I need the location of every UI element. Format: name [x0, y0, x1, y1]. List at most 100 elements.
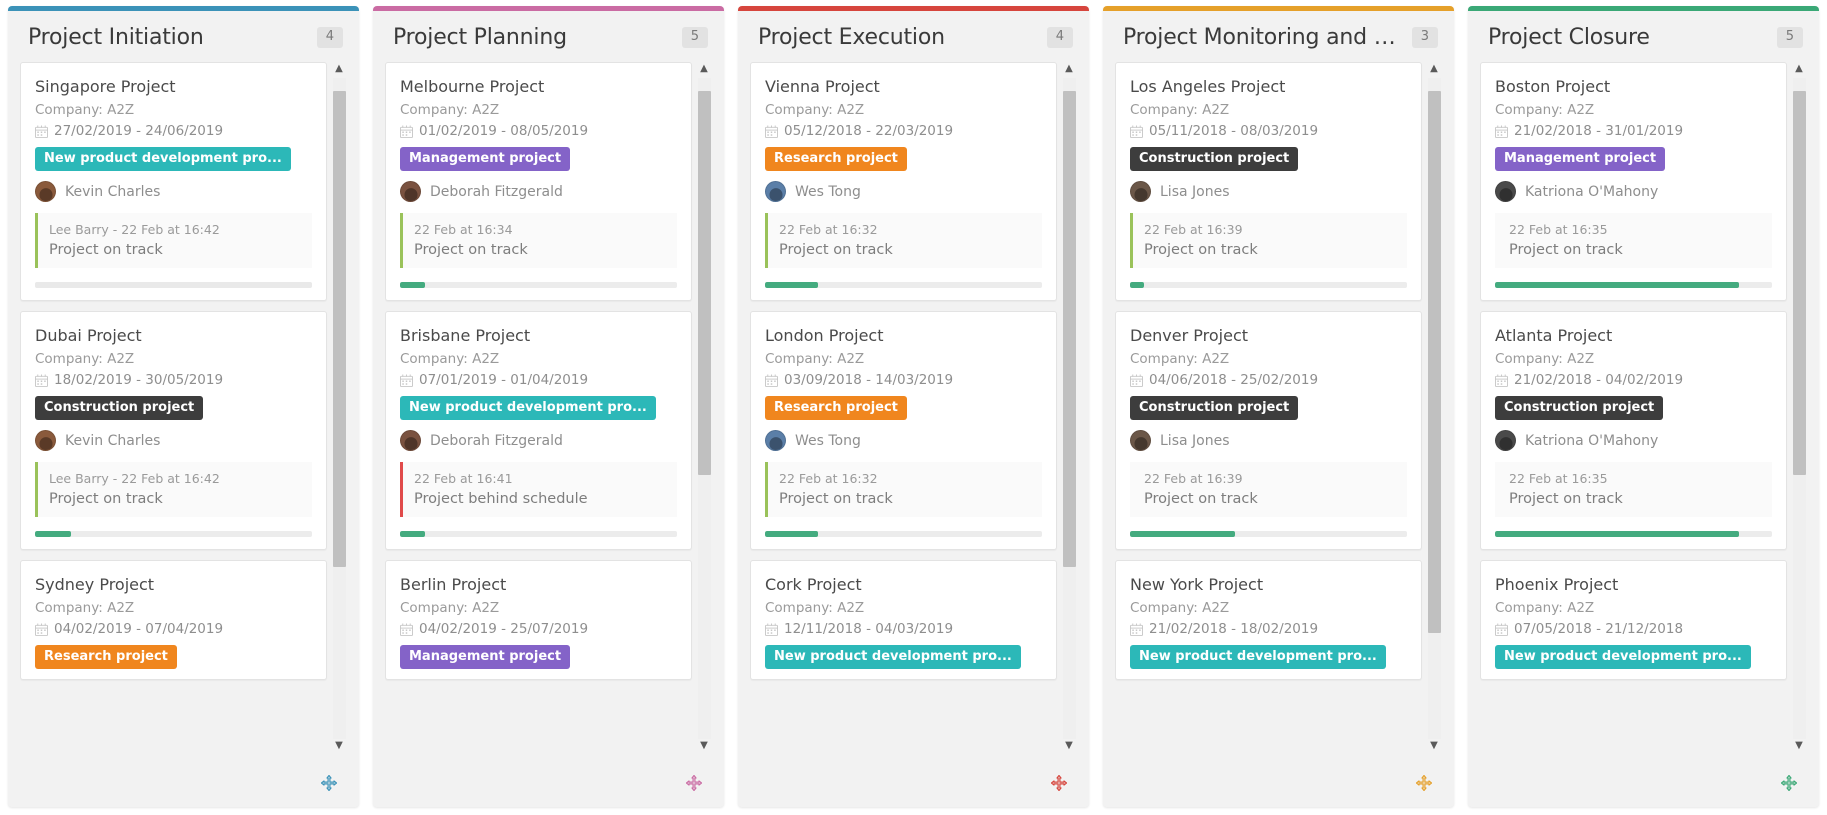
scrollbar-thumb[interactable]: [1063, 91, 1076, 567]
card-list: Los Angeles ProjectCompany: A2Z05/11/201…: [1115, 62, 1448, 759]
project-card[interactable]: Brisbane ProjectCompany: A2Z07/01/2019 -…: [385, 311, 692, 550]
scroll-down-icon[interactable]: ▼: [1795, 741, 1803, 753]
assignee-name: Deborah Fitzgerald: [430, 184, 563, 200]
card-tag[interactable]: Research project: [35, 645, 177, 669]
project-card[interactable]: Los Angeles ProjectCompany: A2Z05/11/201…: [1115, 62, 1422, 301]
card-tag[interactable]: Construction project: [35, 396, 203, 420]
card-tag[interactable]: New product development pro...: [400, 396, 656, 420]
project-card[interactable]: New York ProjectCompany: A2Z21/02/2018 -…: [1115, 560, 1422, 680]
move-icon[interactable]: [686, 775, 702, 791]
card-dates-text: 05/12/2018 - 22/03/2019: [784, 123, 953, 139]
calendar-icon: [765, 623, 778, 636]
project-card[interactable]: Phoenix ProjectCompany: A2Z07/05/2018 - …: [1480, 560, 1787, 680]
scroll-up-icon[interactable]: ▲: [1795, 64, 1803, 76]
scroll-up-icon[interactable]: ▲: [335, 64, 343, 76]
scrollbar-thumb[interactable]: [698, 91, 711, 474]
scroll-up-icon[interactable]: ▲: [1430, 64, 1438, 76]
scrollbar-track[interactable]: [1063, 78, 1076, 739]
card-assignee: Katriona O'Mahony: [1495, 430, 1772, 451]
card-comment: 22 Feb at 16:32Project on track: [765, 213, 1042, 268]
kanban-column: Project Planning5Melbourne ProjectCompan…: [373, 6, 724, 807]
project-card[interactable]: Denver ProjectCompany: A2Z04/06/2018 - 2…: [1115, 311, 1422, 550]
column-header: Project Planning5: [373, 11, 724, 62]
avatar: [1495, 181, 1516, 202]
card-tag[interactable]: Management project: [1495, 147, 1665, 171]
card-title: London Project: [765, 326, 1042, 345]
card-date-range: 05/12/2018 - 22/03/2019: [765, 123, 1042, 139]
project-card[interactable]: Cork ProjectCompany: A2Z12/11/2018 - 04/…: [750, 560, 1057, 680]
card-comment: 22 Feb at 16:34Project on track: [400, 213, 677, 268]
card-dates-text: 04/02/2019 - 25/07/2019: [419, 621, 588, 637]
project-card[interactable]: Atlanta ProjectCompany: A2Z21/02/2018 - …: [1480, 311, 1787, 550]
card-dates-text: 07/01/2019 - 01/04/2019: [419, 372, 588, 388]
card-tag[interactable]: Construction project: [1495, 396, 1663, 420]
comment-text: Project on track: [49, 242, 302, 258]
card-company: Company: A2Z: [1130, 351, 1407, 367]
project-card[interactable]: Sydney ProjectCompany: A2Z04/02/2019 - 0…: [20, 560, 327, 680]
card-dates-text: 21/02/2018 - 18/02/2019: [1149, 621, 1318, 637]
card-dates-text: 27/02/2019 - 24/06/2019: [54, 123, 223, 139]
move-icon[interactable]: [321, 775, 337, 791]
card-tag[interactable]: Construction project: [1130, 396, 1298, 420]
card-date-range: 04/02/2019 - 25/07/2019: [400, 621, 677, 637]
column-scrollbar[interactable]: ▲▼: [1426, 64, 1442, 753]
scroll-down-icon[interactable]: ▼: [1065, 741, 1073, 753]
assignee-name: Wes Tong: [795, 184, 861, 200]
card-progress-fill: [765, 282, 818, 288]
scrollbar-track[interactable]: [698, 78, 711, 739]
card-tag[interactable]: Management project: [400, 147, 570, 171]
scroll-up-icon[interactable]: ▲: [700, 64, 708, 76]
move-icon[interactable]: [1416, 775, 1432, 791]
card-progress-fill: [1130, 531, 1235, 537]
card-tag[interactable]: Construction project: [1130, 147, 1298, 171]
card-dates-text: 12/11/2018 - 04/03/2019: [784, 621, 953, 637]
column-scrollbar[interactable]: ▲▼: [1791, 64, 1807, 753]
avatar: [1495, 430, 1516, 451]
card-assignee: Lisa Jones: [1130, 430, 1407, 451]
card-tag[interactable]: New product development pro...: [765, 645, 1021, 669]
card-progress-fill: [400, 282, 425, 288]
card-progress-fill: [1495, 282, 1739, 288]
card-tag[interactable]: New product development pro...: [1130, 645, 1386, 669]
card-date-range: 01/02/2019 - 08/05/2019: [400, 123, 677, 139]
calendar-icon: [765, 374, 778, 387]
project-card[interactable]: Vienna ProjectCompany: A2Z05/12/2018 - 2…: [750, 62, 1057, 301]
card-title: Sydney Project: [35, 575, 312, 594]
project-card[interactable]: Boston ProjectCompany: A2Z21/02/2018 - 3…: [1480, 62, 1787, 301]
card-tag[interactable]: New product development pro...: [1495, 645, 1751, 669]
move-icon[interactable]: [1051, 775, 1067, 791]
scrollbar-thumb[interactable]: [333, 91, 346, 567]
card-tag[interactable]: Management project: [400, 645, 570, 669]
scrollbar-thumb[interactable]: [1793, 91, 1806, 474]
scrollbar-track[interactable]: [1793, 78, 1806, 739]
card-assignee: Deborah Fitzgerald: [400, 181, 677, 202]
scrollbar-track[interactable]: [1428, 78, 1441, 739]
column-scrollbar[interactable]: ▲▼: [331, 64, 347, 753]
card-date-range: 12/11/2018 - 04/03/2019: [765, 621, 1042, 637]
card-date-range: 27/02/2019 - 24/06/2019: [35, 123, 312, 139]
card-title: Atlanta Project: [1495, 326, 1772, 345]
card-title: Cork Project: [765, 575, 1042, 594]
scroll-down-icon[interactable]: ▼: [700, 741, 708, 753]
scrollbar-thumb[interactable]: [1428, 91, 1441, 633]
project-card[interactable]: Melbourne ProjectCompany: A2Z01/02/2019 …: [385, 62, 692, 301]
card-tag[interactable]: Research project: [765, 396, 907, 420]
card-progress-fill: [1495, 531, 1739, 537]
card-title: Phoenix Project: [1495, 575, 1772, 594]
card-date-range: 03/09/2018 - 14/03/2019: [765, 372, 1042, 388]
project-card[interactable]: Dubai ProjectCompany: A2Z18/02/2019 - 30…: [20, 311, 327, 550]
project-card[interactable]: London ProjectCompany: A2Z03/09/2018 - 1…: [750, 311, 1057, 550]
move-icon[interactable]: [1781, 775, 1797, 791]
scroll-up-icon[interactable]: ▲: [1065, 64, 1073, 76]
project-card[interactable]: Berlin ProjectCompany: A2Z04/02/2019 - 2…: [385, 560, 692, 680]
column-scrollbar[interactable]: ▲▼: [1061, 64, 1077, 753]
scroll-down-icon[interactable]: ▼: [335, 741, 343, 753]
card-tag[interactable]: New product development pro...: [35, 147, 291, 171]
assignee-name: Kevin Charles: [65, 184, 160, 200]
card-dates-text: 03/09/2018 - 14/03/2019: [784, 372, 953, 388]
project-card[interactable]: Singapore ProjectCompany: A2Z27/02/2019 …: [20, 62, 327, 301]
card-tag[interactable]: Research project: [765, 147, 907, 171]
scroll-down-icon[interactable]: ▼: [1430, 741, 1438, 753]
column-scrollbar[interactable]: ▲▼: [696, 64, 712, 753]
scrollbar-track[interactable]: [333, 78, 346, 739]
